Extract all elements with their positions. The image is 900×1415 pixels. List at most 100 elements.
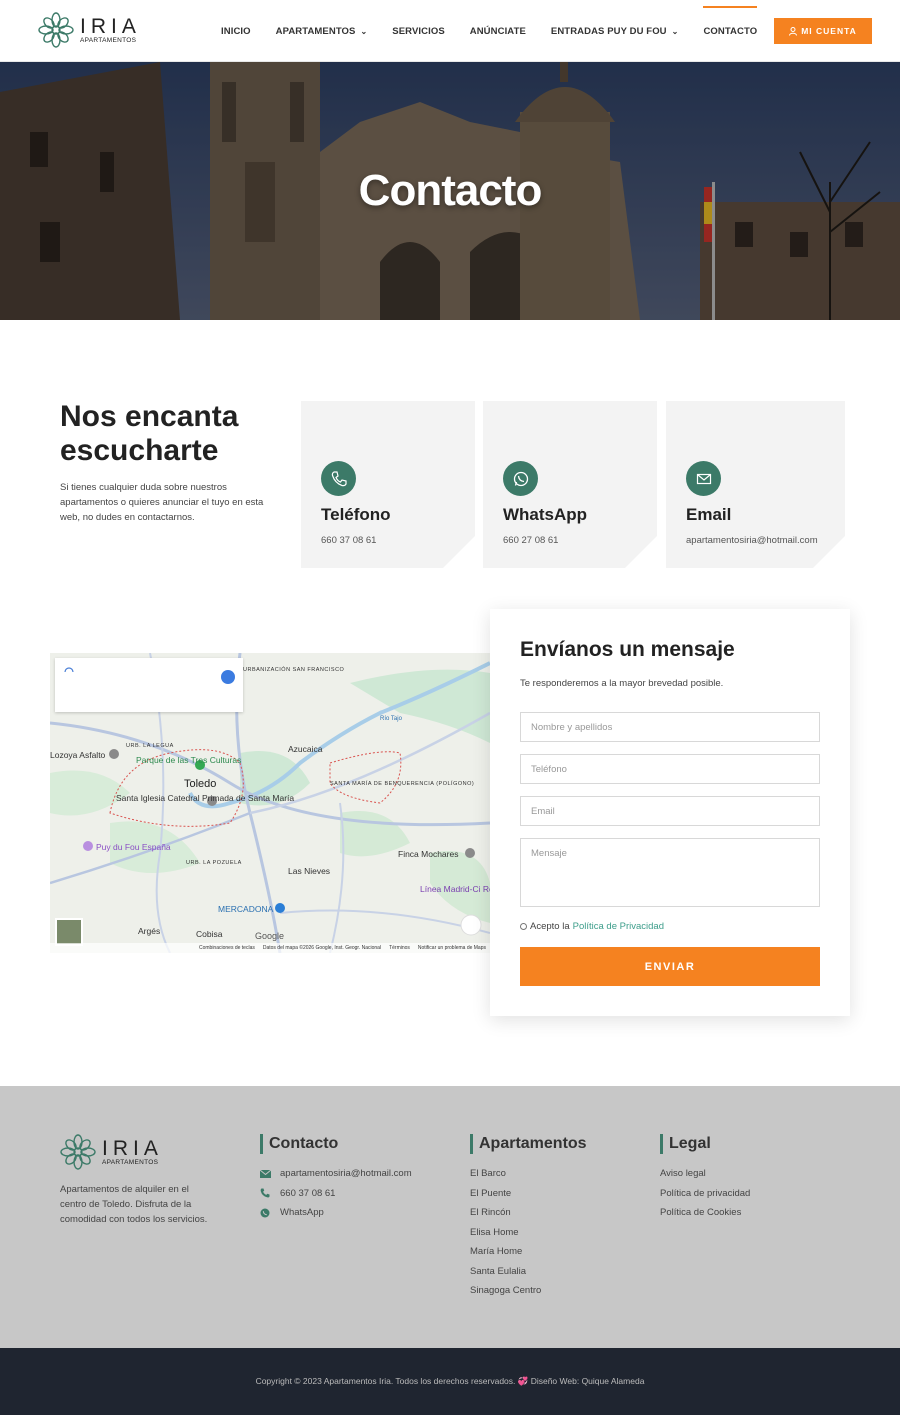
privacy-checkbox[interactable] — [520, 923, 527, 930]
footer-legal-link[interactable]: Política de Cookies — [660, 1203, 750, 1223]
page-title: Contacto — [358, 166, 543, 215]
whatsapp-icon — [260, 1208, 272, 1218]
logo-name: IRIA — [80, 14, 141, 38]
envelope-icon — [686, 461, 721, 496]
footer-apartment-link[interactable]: El Puente — [470, 1184, 587, 1204]
map-footer-link[interactable]: Términos — [389, 945, 410, 951]
map-label: Parque de las Tres Culturas — [136, 755, 242, 765]
copyright-text: Copyright © 2023 Apartamentos Iria. Todo… — [255, 1376, 645, 1386]
google-map[interactable]: URBANIZACIÓN SAN FRANCISCO Lozoya Asfalt… — [50, 653, 490, 953]
intro-text: Si tienes cualquier duda sobre nuestros … — [60, 482, 264, 523]
footer-legal-column: Legal Aviso legal Política de privacidad… — [660, 1134, 750, 1223]
map-label: Lozoya Asfalto — [50, 750, 106, 760]
map-label: Santa Iglesia Catedral Primada de Santa … — [116, 793, 295, 803]
logo-name: IRIA — [102, 1136, 163, 1160]
site-logo[interactable]: IRIA APARTAMENTOS — [38, 12, 141, 48]
copyright-bar: Copyright © 2023 Apartamentos Iria. Todo… — [0, 1348, 900, 1415]
map-label: URB. LA POZUELA — [186, 860, 242, 866]
form-subtitle: Te responderemos a la mayor brevedad pos… — [520, 678, 724, 689]
loading-spinner-icon — [64, 667, 74, 673]
message-field[interactable]: Mensaje — [520, 838, 820, 907]
nav-item-inicio[interactable]: INICIO — [221, 0, 251, 62]
footer-legal-link[interactable]: Aviso legal — [660, 1164, 750, 1184]
map-info-window — [55, 658, 243, 712]
footer-contact-email[interactable]: apartamentosiria@hotmail.com — [260, 1164, 412, 1184]
nav-item-entradas[interactable]: ENTRADAS PUY DU FOU ⌄ — [551, 0, 679, 62]
privacy-link[interactable]: Política de Privacidad — [573, 921, 664, 932]
phone-icon — [260, 1188, 272, 1198]
footer-apartment-link[interactable]: Santa Eulalia — [470, 1262, 587, 1282]
logo-subtitle: APARTAMENTOS — [102, 1158, 159, 1166]
lotus-logo-icon — [38, 12, 74, 48]
map-label: Las Nieves — [288, 866, 331, 876]
footer-column-title: Contacto — [260, 1134, 412, 1154]
contact-form: Envíanos un mensaje Te responderemos a l… — [490, 609, 850, 1016]
form-title: Envíanos un mensaje — [520, 638, 735, 661]
map-label: Toledo — [184, 778, 217, 790]
main-nav: INICIO APARTAMENTOS ⌄ SERVICIOS ANÚNCIATE… — [221, 0, 782, 62]
google-logo: Google — [255, 931, 285, 941]
card-value[interactable]: 660 37 08 61 — [321, 535, 376, 546]
phone-card: Teléfono 660 37 08 61 — [301, 401, 475, 568]
card-title: WhatsApp — [503, 505, 588, 524]
whatsapp-card: WhatsApp 660 27 08 61 — [483, 401, 657, 568]
privacy-consent: Acepto la Política de Privacidad — [520, 921, 664, 932]
my-account-button[interactable]: MI CUENTA — [774, 18, 872, 44]
footer-column-title: Legal — [660, 1134, 750, 1154]
map-label: Río Tajo — [380, 716, 402, 722]
intro-title: Nos encanta escucharte — [60, 400, 239, 467]
footer-contact-whatsapp[interactable]: WhatsApp — [260, 1203, 412, 1223]
directions-icon[interactable] — [221, 670, 235, 684]
envelope-icon — [260, 1169, 272, 1178]
map-label: URB. LA LEGUA — [126, 743, 174, 749]
map-footer-link[interactable]: Combinaciones de teclas — [199, 945, 255, 951]
footer-column-title: Apartamentos — [470, 1134, 587, 1154]
map-label: Cobisa — [196, 929, 223, 939]
chevron-down-icon: ⌄ — [360, 26, 368, 36]
card-value[interactable]: apartamentosiria@hotmail.com — [686, 535, 818, 546]
map-label: Puy du Fou España — [96, 842, 171, 852]
map-label: SANTA MARÍA DE BENQUERENCIA (POLÍGONO) — [330, 781, 474, 787]
nav-item-contacto[interactable]: CONTACTO — [703, 0, 757, 62]
footer-apartment-link[interactable]: El Barco — [470, 1164, 587, 1184]
map-footer-link[interactable]: Notificar un problema de Maps — [418, 945, 486, 951]
site-header: IRIA APARTAMENTOS INICIO APARTAMENTOS ⌄ S… — [0, 0, 900, 62]
email-field[interactable]: Email — [520, 796, 820, 826]
map-label: Argés — [138, 926, 161, 936]
footer-contact-column: Contacto apartamentosiria@hotmail.com 66… — [260, 1134, 412, 1223]
footer-logo[interactable]: IRIA APARTAMENTOS — [60, 1134, 163, 1170]
name-field[interactable]: Nombre y apellidos — [520, 712, 820, 742]
map-label: MERCADONA — [218, 904, 274, 914]
footer-legal-link[interactable]: Política de privacidad — [660, 1184, 750, 1204]
card-title: Teléfono — [321, 505, 391, 524]
nav-item-servicios[interactable]: SERVICIOS — [392, 0, 444, 62]
footer-apartment-link[interactable]: Sinagoga Centro — [470, 1281, 587, 1301]
map-attribution: Combinaciones de teclas Datos del mapa ©… — [50, 943, 490, 953]
footer-apartment-link[interactable]: Elisa Home — [470, 1223, 587, 1243]
map-label: Línea Madrid-Ci Real-Badajoz Anti — [420, 884, 490, 894]
nav-item-anunciate[interactable]: ANÚNCIATE — [470, 0, 526, 62]
map-label: URBANIZACIÓN SAN FRANCISCO — [243, 667, 345, 673]
footer-apartment-link[interactable]: María Home — [470, 1242, 587, 1262]
footer-description: Apartamentos de alquiler en el centro de… — [60, 1184, 208, 1225]
map-footer-text: Datos del mapa ©2026 Google, Inst. Geogr… — [262, 945, 382, 951]
logo-subtitle: APARTAMENTOS — [80, 36, 137, 44]
phone-icon — [321, 461, 356, 496]
map-label: Azucaica — [288, 744, 323, 754]
card-value[interactable]: 660 27 08 61 — [503, 535, 558, 546]
send-button[interactable]: ENVIAR — [520, 947, 820, 986]
footer-contact-phone[interactable]: 660 37 08 61 — [260, 1184, 412, 1204]
card-title: Email — [686, 505, 732, 524]
nav-item-apartamentos[interactable]: APARTAMENTOS ⌄ — [276, 0, 368, 62]
site-footer: IRIA APARTAMENTOS Apartamentos de alquil… — [0, 1086, 900, 1348]
phone-field[interactable]: Teléfono — [520, 754, 820, 784]
chevron-down-icon: ⌄ — [671, 26, 679, 36]
hero-banner: Contacto — [0, 62, 900, 320]
user-icon — [789, 26, 798, 36]
footer-apartments-column: Apartamentos El Barco El Puente El Rincó… — [470, 1134, 587, 1301]
footer-apartment-link[interactable]: El Rincón — [470, 1203, 587, 1223]
privacy-label: Acepto la — [530, 921, 570, 932]
whatsapp-icon — [503, 461, 538, 496]
email-card: Email apartamentosiria@hotmail.com — [666, 401, 845, 568]
map-label: Finca Mochares — [398, 849, 459, 859]
